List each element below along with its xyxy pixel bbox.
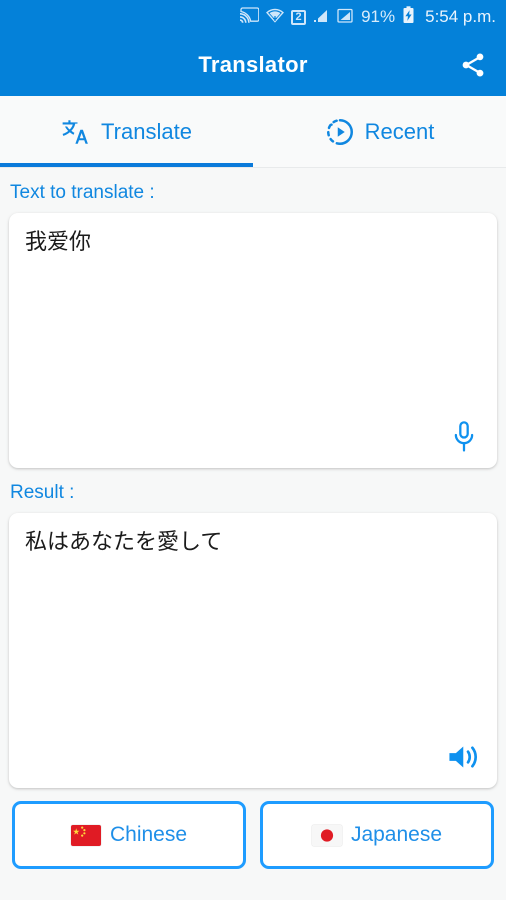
clock-label: 5:54 p.m. [425,7,496,26]
source-text-input[interactable]: 我爱你 [9,213,497,259]
cast-icon [239,6,260,28]
source-language-button[interactable]: Chinese [12,801,246,869]
tab-translate[interactable]: Translate [0,96,253,167]
translate-icon [61,117,91,147]
tab-translate-label: Translate [101,118,192,144]
target-language-button[interactable]: Japanese [260,801,494,869]
source-language-label: Chinese [109,823,188,846]
battery-percent-label: 91% [361,7,396,26]
page-title: Translator [198,52,308,77]
status-bar-icons: 2 91% 5:54 p.m. [239,5,496,29]
tab-recent-label: Recent [364,118,435,144]
tab-bar: Translate Recent [0,96,506,168]
sim2-icon: 2 [291,9,307,25]
result-card[interactable]: 私はあなたを愛して [9,513,497,788]
result-section-label: Result : [10,482,75,503]
tab-active-indicator [0,163,253,167]
language-selector-row: Chinese Japanese [0,788,506,869]
status-bar: 2 91% 5:54 p.m. [0,0,506,34]
flag-china-icon [70,824,101,846]
battery-charging-icon [402,5,415,29]
tab-recent[interactable]: Recent [253,96,506,167]
wifi-icon [266,7,285,28]
microphone-icon[interactable] [441,414,487,460]
speaker-icon[interactable] [441,734,487,780]
input-section-label: Text to translate : [10,182,155,203]
share-icon[interactable] [452,44,494,86]
target-language-label: Japanese [350,823,443,846]
app-bar: Translator [0,34,506,96]
signal-box-icon [337,7,354,28]
input-card[interactable]: 我爱你 [9,213,497,468]
flag-japan-icon [311,824,342,846]
translated-text-output: 私はあなたを愛して [25,530,223,555]
history-icon [325,117,355,147]
signal-bar-icon [313,7,330,28]
translator-app-screen: 2 91% 5:54 p.m. Translator Translate Rec… [0,0,506,900]
